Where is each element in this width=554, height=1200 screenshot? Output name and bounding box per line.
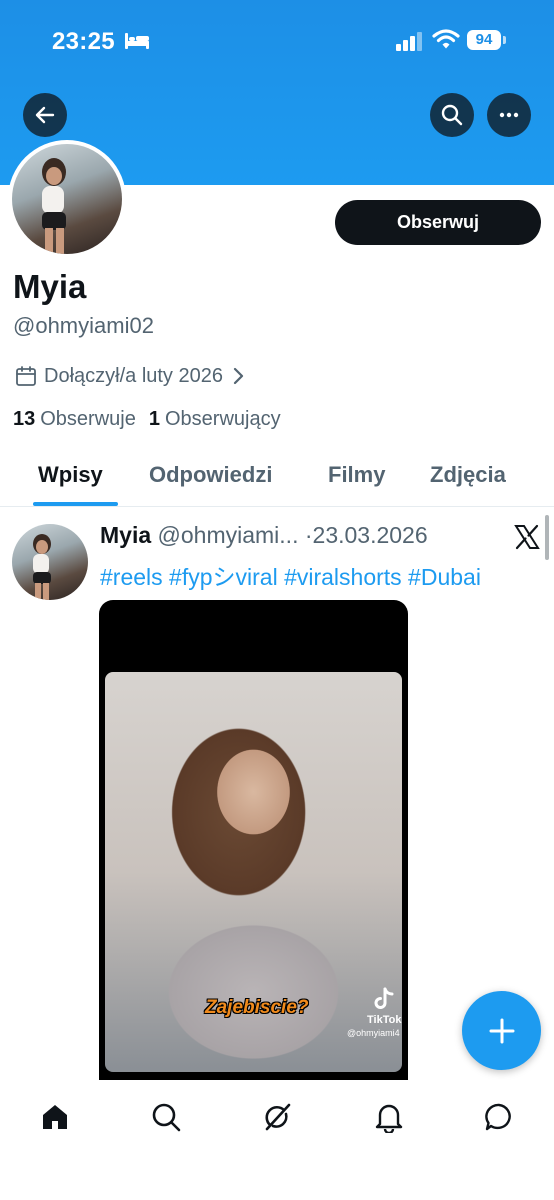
search-icon [441,104,463,126]
grok-icon [265,1103,291,1131]
chevron-right-icon [233,367,244,385]
followers-count: 1 [148,408,160,430]
notifications-icon [375,1104,403,1133]
post-author-name[interactable]: Myia [100,522,151,548]
nav-search[interactable] [149,1100,183,1134]
nav-messages[interactable] [482,1100,516,1134]
post-hashtags[interactable]: #reels #fypシviral #viralshorts #Dubai [100,558,481,592]
profile-handle: @ohmyiami02 [13,313,154,338]
video-caption: Zajebiscie? [205,997,309,1018]
followers-label: Obserwujący [164,408,281,430]
back-button[interactable] [23,93,67,137]
active-tab-indicator [33,502,118,506]
profile-name: Myia [13,268,87,305]
following-stat[interactable]: 13 Obserwuje [13,408,136,431]
video-thumbnail: Zajebiscie? TikTok @ohmyiami4 [105,672,402,1072]
battery-level: 94 [467,30,501,50]
follow-stats: 13 Obserwuje 1 Obserwujący [13,408,294,431]
tab-photos[interactable]: Zdjęcia [430,462,506,488]
joined-date-text: Dołączył/a luty 2026 [44,364,223,387]
status-bar: 23:25 94 [0,0,554,84]
tab-posts[interactable]: Wpisy [38,462,103,488]
calendar-icon [16,366,36,386]
post-date[interactable]: 23.03.2026 [313,522,428,548]
battery-icon: 94 [467,30,507,52]
post-header: Myia @ohmyiami... ·23.03.2026 [100,522,428,549]
post-author-handle[interactable]: @ohmyiami... [158,522,299,548]
search-icon [152,1103,181,1132]
bottom-navigation [0,1080,554,1200]
status-time: 23:25 [52,28,115,55]
wifi-icon [432,29,460,49]
profile-avatar-photo [12,144,122,254]
arrow-left-icon [35,106,55,124]
tiktok-handle: @ohmyiami4 [347,1028,400,1038]
cellular-signal-icon [396,32,422,51]
search-button[interactable] [430,93,474,137]
messages-icon [485,1103,511,1131]
home-icon [43,1105,67,1129]
post-video[interactable]: Zajebiscie? TikTok @ohmyiami4 [99,600,408,1080]
x-logo-icon [514,524,540,550]
nav-grok[interactable] [260,1100,294,1134]
nav-notifications[interactable] [372,1100,406,1134]
joined-date-row[interactable]: Dołączył/a luty 2026 [14,364,251,388]
tiktok-label: TikTok [367,1014,402,1026]
follow-button[interactable]: Obserwuj [335,200,541,245]
more-button[interactable] [487,93,531,137]
following-count: 13 [13,408,36,430]
tab-videos[interactable]: Filmy [328,462,385,488]
tiktok-logo-icon [374,987,394,1009]
nav-home[interactable] [38,1100,72,1134]
profile-tabs: Wpisy Odpowiedzi Filmy Zdjęcia [0,450,554,507]
plus-icon [489,1018,514,1043]
following-label: Obserwuje [40,408,136,430]
followers-stat[interactable]: 1 Obserwujący [149,408,281,431]
profile-avatar[interactable] [8,140,126,258]
compose-button[interactable] [462,991,541,1070]
post-author-avatar[interactable] [12,524,88,600]
more-horizontal-icon [499,112,519,118]
sleep-focus-icon [125,33,149,49]
scrollbar[interactable] [545,515,549,560]
tab-replies[interactable]: Odpowiedzi [149,462,272,488]
post-date-separator: · [298,522,313,548]
